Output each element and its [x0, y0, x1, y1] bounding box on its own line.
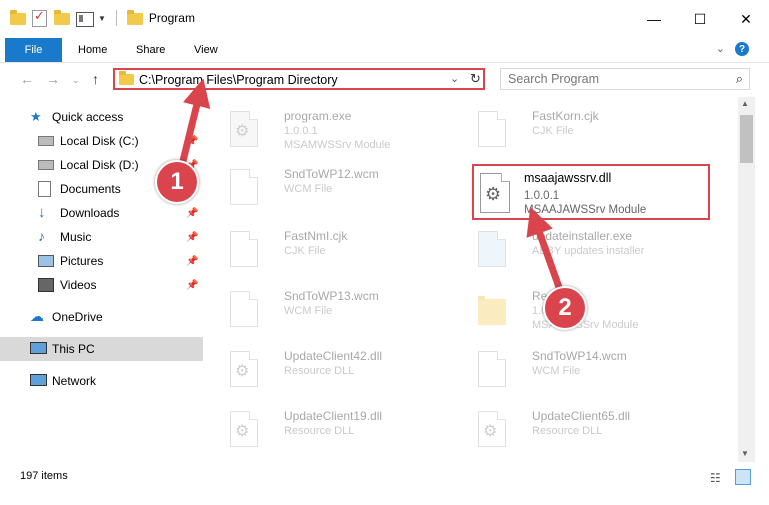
- arrow-1: [178, 78, 211, 166]
- step-badge-1: 1: [155, 160, 199, 204]
- annotation-arrows: [178, 78, 564, 292]
- arrow-2: [526, 206, 564, 292]
- step-badge-2: 2: [543, 286, 587, 330]
